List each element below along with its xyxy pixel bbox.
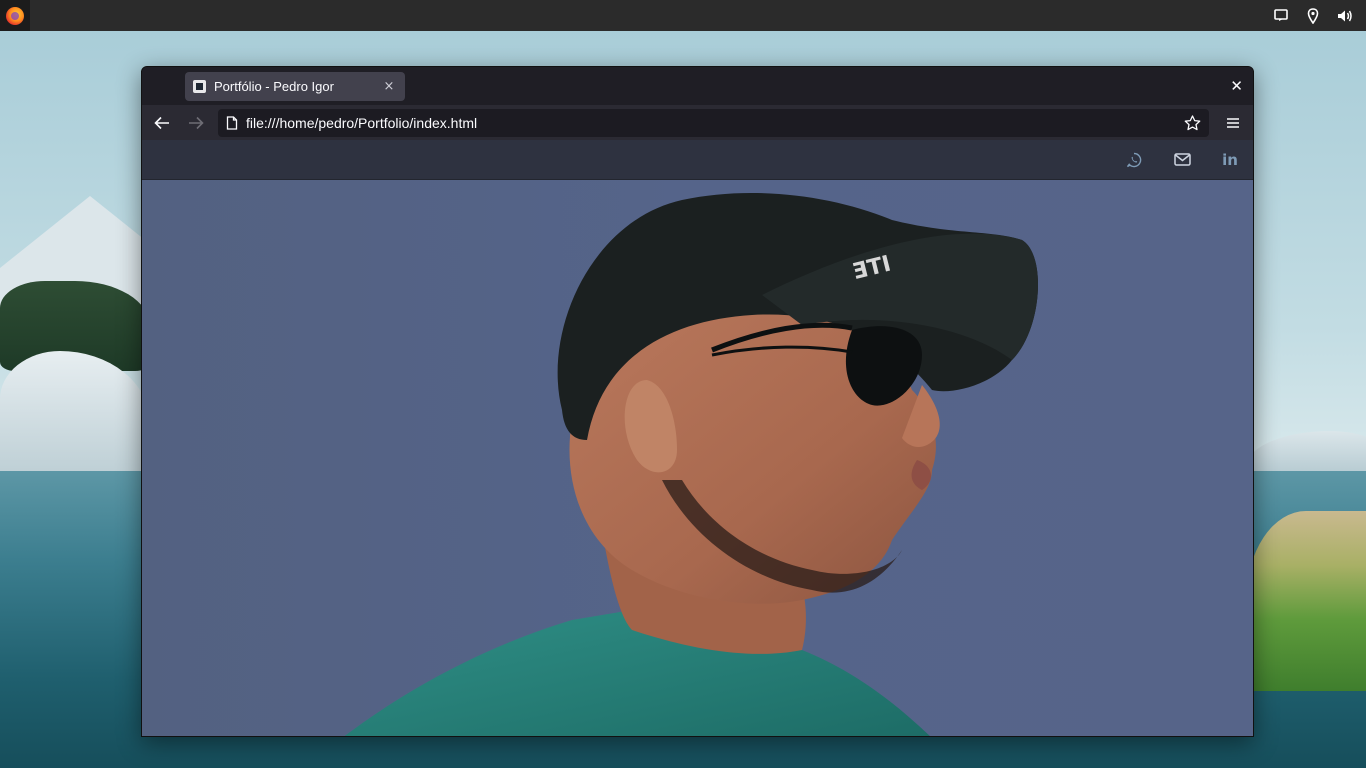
linkedin-icon: in	[1222, 150, 1238, 169]
volume-icon[interactable]	[1336, 7, 1354, 25]
favicon-icon	[193, 80, 206, 93]
linkedin-link[interactable]: in	[1221, 151, 1239, 169]
hamburger-menu-icon	[1227, 117, 1239, 128]
firefox-launcher[interactable]	[0, 0, 30, 31]
forward-button[interactable]	[182, 109, 210, 137]
page-viewport: in ITE	[142, 140, 1253, 736]
location-icon[interactable]	[1304, 7, 1322, 25]
forward-arrow-icon	[189, 116, 204, 129]
app-menu-button[interactable]	[1219, 109, 1247, 137]
tab-bar: Portfólio - Pedro Igor × ✕	[142, 67, 1253, 105]
tab-close-button[interactable]: ×	[381, 79, 397, 94]
site-header: in	[142, 140, 1253, 180]
back-arrow-icon	[154, 116, 169, 129]
whatsapp-icon	[1126, 152, 1142, 167]
top-panel	[0, 0, 1366, 31]
profile-photo: ITE	[344, 192, 1039, 736]
hero-section: ITE	[142, 180, 1253, 736]
bookmark-star-icon[interactable]	[1184, 114, 1201, 131]
wallpaper-field-right	[1246, 511, 1366, 691]
url-text[interactable]: file:///home/pedro/Portfolio/index.html	[246, 115, 1176, 131]
firefox-icon	[6, 6, 24, 25]
back-button[interactable]	[148, 109, 176, 137]
whatsapp-link[interactable]	[1125, 151, 1143, 169]
navigation-toolbar: file:///home/pedro/Portfolio/index.html	[142, 105, 1253, 140]
tab-title: Portfólio - Pedro Igor	[214, 79, 334, 94]
tab-portfolio[interactable]: Portfólio - Pedro Igor ×	[185, 72, 405, 101]
url-bar[interactable]: file:///home/pedro/Portfolio/index.html	[218, 108, 1209, 137]
window-close-button[interactable]: ✕	[1230, 77, 1243, 95]
page-icon	[226, 115, 238, 130]
screen-icon[interactable]	[1272, 7, 1290, 25]
email-link[interactable]	[1173, 151, 1191, 169]
system-tray	[1272, 7, 1366, 25]
browser-window: Portfólio - Pedro Igor × ✕ file:///home/…	[141, 66, 1254, 737]
mail-icon	[1173, 153, 1191, 166]
